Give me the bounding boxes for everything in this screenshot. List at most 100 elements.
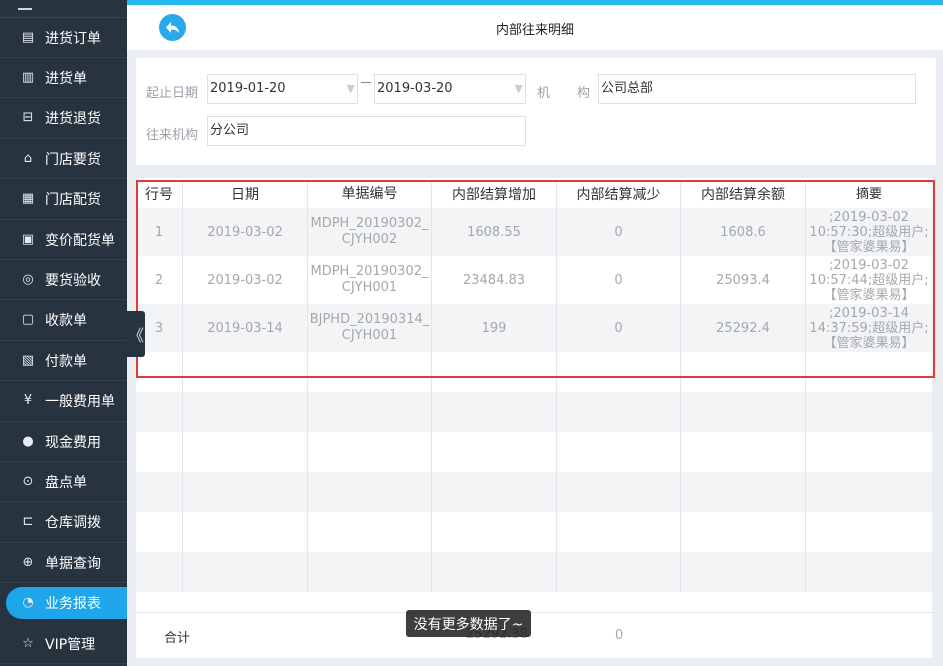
sidebar-item-5[interactable]: ▦ 门店配货: [0, 180, 127, 220]
org-field[interactable]: 公司总部: [598, 74, 916, 104]
return-box-icon: ⊟: [22, 110, 34, 126]
empty-cell: [681, 352, 806, 392]
table-cell: MDPH_20190302_ CJYH001: [308, 256, 432, 304]
sidebar-top-item[interactable]: [0, 0, 127, 18]
search-doc-icon: ⊕: [22, 554, 34, 570]
sidebar-item-label: 单据查询: [45, 555, 101, 572]
column-header[interactable]: 日期: [183, 180, 308, 208]
sidebar-item-3[interactable]: ⊟ 进货退货: [0, 99, 127, 139]
empty-cell: [432, 472, 557, 512]
sidebar-item-16[interactable]: ☆ VIP管理: [0, 624, 127, 664]
sidebar-item-14[interactable]: ⊕ 单据查询: [0, 543, 127, 584]
table-footer-row: 合计 25292.38 0: [136, 612, 932, 656]
collapse-sidebar-button[interactable]: 《: [127, 311, 145, 357]
cart-icon: ⊏: [22, 514, 34, 530]
cell-line: 【管家婆果易】: [823, 287, 915, 303]
purchase-doc-icon: ▥: [21, 69, 35, 85]
range-separator: [361, 82, 371, 83]
sidebar-item-2[interactable]: ▥ 进货单: [0, 58, 127, 99]
empty-row: [136, 472, 932, 512]
empty-cell: [136, 352, 183, 392]
empty-cell: [308, 552, 432, 592]
table-header-row: 行号 日期 单据编号 内部结算增加 内部结算减少 内部结算余额 摘要: [136, 180, 932, 208]
empty-cell: [557, 552, 681, 592]
store-icon: ⌂: [23, 150, 33, 166]
table-cell: MDPH_20190302_ CJYH002: [308, 208, 432, 256]
empty-cell: [557, 392, 681, 432]
column-header[interactable]: 摘要: [806, 180, 932, 208]
receipt-icon: ▢: [21, 312, 35, 328]
column-header[interactable]: 内部结算余额: [681, 180, 806, 208]
sidebar-item-13[interactable]: ⊏ 仓库调拨: [0, 503, 127, 543]
sidebar-item-label: 变价配货单: [45, 232, 115, 249]
empty-cell: [432, 392, 557, 432]
empty-cell: [681, 512, 806, 552]
column-header[interactable]: 单据编号: [308, 180, 432, 208]
empty-cell: [432, 432, 557, 472]
sidebar-item-label: 门店配货: [45, 192, 101, 209]
empty-cell: [806, 352, 932, 392]
empty-cell: [681, 552, 806, 592]
table-row[interactable]: 3 2019-03-14 BJPHD_20190314_ CJYH001 199 0 252…: [136, 304, 932, 352]
filter-panel: 起止日期 2019-01-20 ▼ 2019-03-20 ▼ 机 构 公司总部 …: [136, 58, 936, 165]
partner-org-label: 往来机构: [146, 128, 199, 143]
empty-cell: [136, 472, 183, 512]
table-row[interactable]: 2 2019-03-02 MDPH_20190302_ CJYH001 23484.83…: [136, 256, 932, 304]
chevron-down-icon: ▼: [514, 82, 523, 95]
table-cell: ;2019-03-02 10:57:30;超级用户; 【管家婆果易】: [806, 208, 932, 256]
sidebar-item-6[interactable]: ▣ 变价配货单: [0, 220, 127, 260]
sidebar-item-8[interactable]: ▢ 收款单: [0, 301, 127, 341]
table-cell: 2019-03-14: [183, 304, 308, 352]
column-header[interactable]: 内部结算减少: [557, 180, 681, 208]
header: 内部往来明细: [127, 5, 943, 50]
table-cell: 1608.55: [432, 208, 557, 256]
empty-cell: [806, 472, 932, 512]
empty-cell: [136, 512, 183, 552]
table-cell: 2019-03-02: [183, 208, 308, 256]
start-date-select[interactable]: 2019-01-20 ▼: [207, 74, 358, 104]
distribution-icon: ▦: [21, 191, 35, 207]
cell-line: CJYH001: [341, 328, 398, 343]
total-label: 合计: [164, 631, 191, 646]
sidebar-item-15[interactable]: ◔ 业务报表: [0, 584, 127, 624]
empty-cell: [681, 472, 806, 512]
empty-row: [136, 352, 932, 392]
empty-cell: [183, 392, 308, 432]
toast-message: 没有更多数据了~: [406, 610, 531, 637]
table-cell: 2: [136, 256, 183, 304]
table-cell: ;2019-03-14 14:37:59;超级用户; 【管家婆果易】: [806, 304, 932, 352]
sidebar-item-4[interactable]: ⌂ 门店要货: [0, 139, 127, 180]
partner-org-field[interactable]: 分公司: [207, 116, 526, 146]
sidebar-item-label: 业务报表: [45, 596, 101, 613]
empty-cell: [183, 472, 308, 512]
empty-cell: [136, 552, 183, 592]
sidebar-item-label: 付款单: [45, 353, 87, 370]
cell-line: 【管家婆果易】: [823, 239, 915, 255]
column-header[interactable]: 内部结算增加: [432, 180, 557, 208]
sidebar-item-11[interactable]: ● 现金费用: [0, 422, 127, 462]
sidebar-item-label: 一般费用单: [45, 394, 115, 411]
empty-cell: [183, 352, 308, 392]
sidebar-item-label: 现金费用: [45, 434, 101, 451]
sidebar-item-9[interactable]: ▧ 付款单: [0, 341, 127, 382]
column-header[interactable]: 行号: [136, 180, 183, 208]
empty-cell: [806, 392, 932, 432]
sidebar-item-label: 门店要货: [45, 151, 101, 168]
cell-line: CJYH001: [341, 280, 398, 295]
sidebar-item-label: 进货退货: [45, 111, 101, 128]
empty-cell: [432, 552, 557, 592]
table-row[interactable]: 1 2019-03-02 MDPH_20190302_ CJYH002 1608.55 0…: [136, 208, 932, 256]
chevron-down-icon: ▼: [346, 82, 355, 95]
empty-row: [136, 392, 932, 432]
end-date-select[interactable]: 2019-03-20 ▼: [374, 74, 526, 104]
sidebar-item-10[interactable]: ¥ 一般费用单: [0, 382, 127, 422]
empty-cell: [432, 512, 557, 552]
cell-line: MDPH_20190302_: [310, 264, 429, 279]
cell-line: ;2019-03-02: [829, 209, 909, 225]
sidebar-item-12[interactable]: ⊙ 盘点单: [0, 462, 127, 503]
sidebar-item-7[interactable]: ◎ 要货验收: [0, 260, 127, 301]
cell-line: 【管家婆果易】: [823, 335, 915, 351]
cell-line: 10:57:30;超级用户;: [809, 224, 929, 240]
sidebar-item-1[interactable]: ▤ 进货订单: [0, 18, 127, 58]
empty-row: [136, 432, 932, 472]
